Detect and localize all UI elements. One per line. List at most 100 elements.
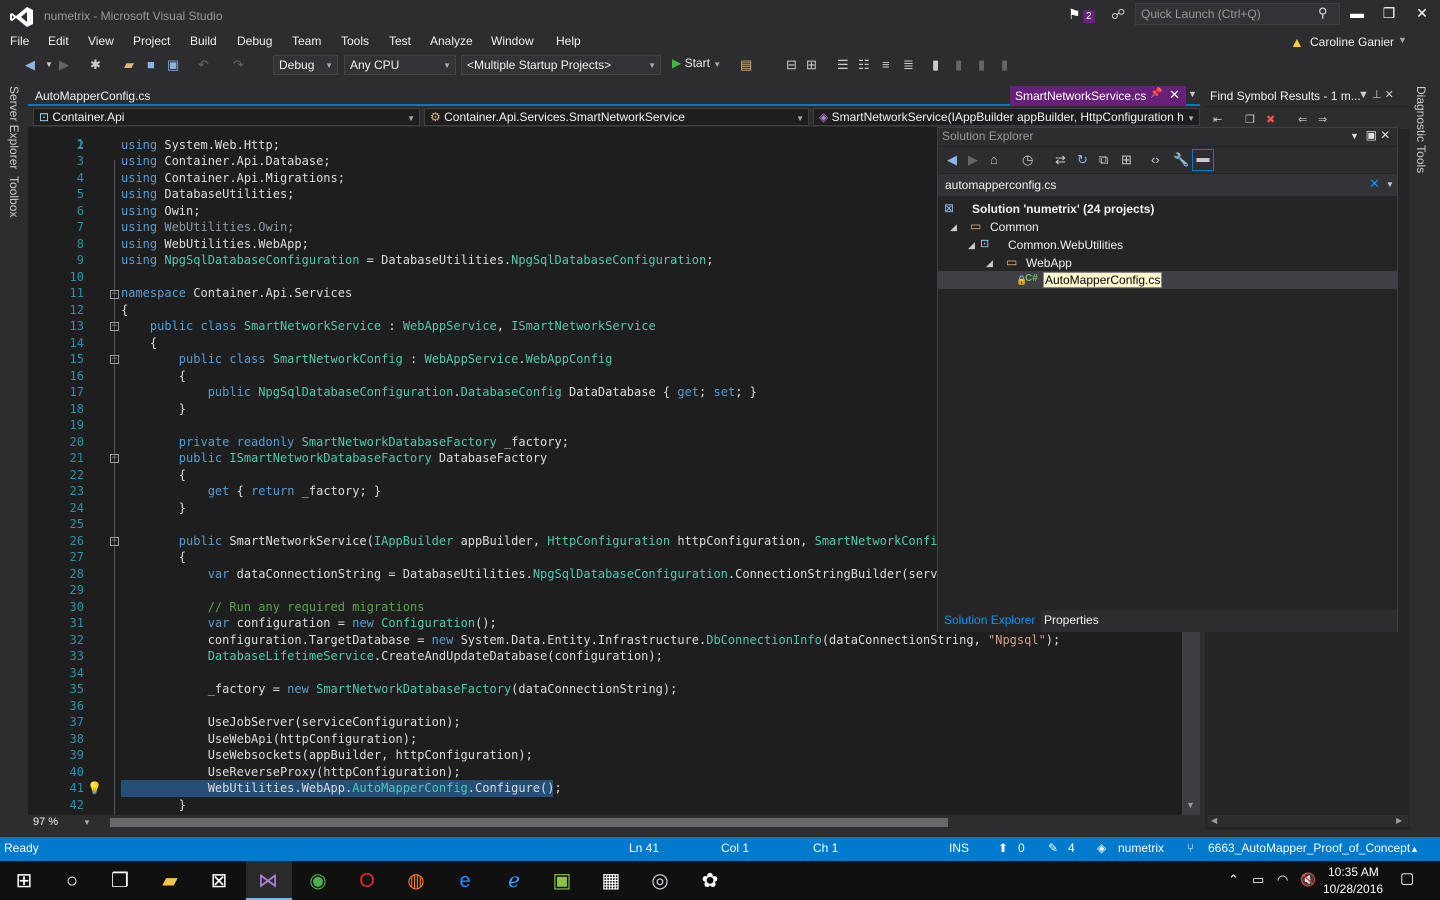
menu-build[interactable]: Build — [190, 34, 217, 48]
back-dropdown-icon[interactable]: ▼ — [45, 56, 53, 74]
tree-project[interactable]: Common.WebUtilities — [1008, 238, 1123, 252]
calculator-icon[interactable]: ▦ — [589, 864, 633, 898]
scroll-right-icon[interactable]: ▶ — [1396, 816, 1402, 825]
notification-flag-icon[interactable]: ⚑ — [1068, 6, 1081, 23]
network-app-icon[interactable]: ◎ — [638, 864, 682, 898]
close-button[interactable]: ✕ — [1412, 5, 1432, 22]
menu-file[interactable]: File — [10, 34, 29, 48]
refresh-icon[interactable]: ↻ — [1077, 152, 1088, 168]
close-tab-icon[interactable]: ✕ — [1169, 87, 1180, 103]
file-explorer-icon[interactable]: ▰ — [148, 864, 192, 898]
sync-icon[interactable]: ⇄ — [1055, 152, 1066, 168]
tree-folder-webapp[interactable]: WebApp — [1026, 256, 1072, 270]
chevron-down-icon[interactable]: ▼ — [1350, 131, 1359, 141]
undo-icon[interactable]: ↶ — [198, 56, 209, 74]
solution-explorer-controls[interactable]: ▼ ▣ ✕ — [1350, 128, 1390, 142]
nav-project-select[interactable]: ⊡ Container.Api ▼ — [33, 108, 420, 126]
outdent-icon[interactable]: ☷ — [858, 56, 870, 74]
tree-selected-row[interactable] — [938, 271, 1397, 289]
volume-muted-icon[interactable]: 🔇 — [1300, 872, 1316, 888]
close-icon[interactable]: ✕ — [1380, 128, 1390, 142]
solution-platform-select[interactable]: Any CPU ▼ — [344, 55, 456, 75]
sourcetree-icon[interactable]: ▣ — [540, 864, 584, 898]
horizontal-scroll-thumb[interactable] — [110, 818, 948, 827]
save-all-icon[interactable]: ▣ — [167, 56, 179, 74]
windows-start-icon[interactable]: ⊞ — [2, 864, 46, 898]
restore-button[interactable]: ❐ — [1379, 5, 1399, 22]
menu-edit[interactable]: Edit — [48, 34, 69, 48]
find-symbol-scrollbar[interactable] — [1208, 815, 1408, 827]
zoom-level[interactable]: 97 % — [33, 816, 58, 828]
fold-toggle[interactable]: − — [110, 290, 119, 299]
tree-folder-common[interactable]: Common — [990, 220, 1039, 234]
properties-wrench-icon[interactable]: 🔧 — [1173, 152, 1189, 168]
fold-toggle[interactable]: − — [110, 454, 119, 463]
clock-date[interactable]: 10/28/2016 — [1323, 882, 1383, 896]
solution-search-input[interactable]: automapperconfig.cs — [945, 178, 1056, 192]
nav-class-select[interactable]: ⚙ Container.Api.Services.SmartNetworkSer… — [424, 108, 809, 126]
visual-studio-taskbar-icon[interactable]: ⋈ — [246, 864, 290, 898]
search-circle-icon[interactable]: ○ — [50, 864, 94, 898]
tray-chevron-up-icon[interactable]: ⌃ — [1228, 872, 1239, 888]
tree-file-automapperconfig[interactable]: AutoMapperConfig.cs — [1043, 272, 1163, 288]
maximize-icon[interactable]: ▣ — [1366, 128, 1377, 142]
pending-changes-icon[interactable]: ◷ — [1022, 152, 1033, 168]
pin-icon[interactable]: 📌 — [1150, 88, 1162, 99]
preview-tab[interactable]: AutoMapperConfig.cs — [35, 89, 150, 103]
server-explorer-tab[interactable]: Server Explorer — [7, 86, 21, 169]
tree-solution[interactable]: Solution 'numetrix' (24 projects) — [972, 202, 1154, 216]
scroll-left-icon[interactable]: ◀ — [1211, 816, 1217, 825]
lightbulb-icon[interactable]: 💡 — [87, 781, 102, 795]
toolbox-tab[interactable]: Toolbox — [7, 176, 21, 217]
open-file-icon[interactable]: ▰ — [124, 56, 134, 74]
tab-list-dropdown-icon[interactable]: ▼ — [1188, 89, 1197, 99]
solution-config-select[interactable]: Debug ▼ — [273, 55, 338, 75]
scroll-down-icon[interactable]: ▼ — [1186, 800, 1195, 810]
minimize-button[interactable]: ▬ — [1347, 5, 1367, 21]
browser-link-icon[interactable]: ▤ — [740, 56, 752, 74]
user-name[interactable]: Caroline Ganier — [1310, 35, 1394, 49]
diagnostic-tools-tab[interactable]: Diagnostic Tools — [1414, 86, 1428, 173]
clock-time[interactable]: 10:35 AM — [1328, 865, 1379, 879]
preview-selected-icon[interactable]: ▬ — [1192, 149, 1214, 171]
redo-icon[interactable]: ↷ — [233, 56, 244, 74]
home-icon[interactable]: ⌂ — [990, 152, 998, 167]
menu-tools[interactable]: Tools — [341, 34, 369, 48]
start-button[interactable]: ▶ Start ▼ — [672, 56, 721, 70]
collapse-all-icon[interactable]: ⧉ — [1099, 152, 1108, 168]
internet-explorer-icon[interactable]: ℯ — [492, 864, 536, 898]
back-icon[interactable]: ◀ — [25, 56, 35, 74]
task-view-icon[interactable]: ❐ — [98, 864, 142, 898]
forward-icon[interactable]: ▶ — [968, 152, 978, 168]
store-icon[interactable]: ⊠ — [197, 864, 241, 898]
menu-test[interactable]: Test — [389, 34, 411, 48]
chevron-down-icon[interactable]: ▼ — [1358, 89, 1369, 101]
action-center-icon[interactable]: ▢ — [1400, 869, 1414, 887]
chevron-down-icon[interactable]: ▼ — [1398, 35, 1407, 45]
quick-launch-input[interactable]: Quick Launch (Ctrl+Q) — [1135, 3, 1340, 25]
search-icon[interactable]: ⚲ — [1318, 5, 1328, 21]
next-bookmark-icon[interactable]: ▮ — [978, 56, 985, 74]
tab-solution-explorer[interactable]: Solution Explorer — [938, 610, 1042, 632]
back-icon[interactable]: ◀ — [947, 152, 957, 168]
status-branch[interactable]: 6663_AutoMapper_Proof_of_Concept — [1208, 841, 1410, 855]
view-code-icon[interactable]: ‹› — [1151, 152, 1160, 167]
arrow-up-icon[interactable]: ⬆ — [998, 841, 1008, 855]
git-branch-icon[interactable]: ⑂ — [1187, 841, 1194, 855]
clear-search-icon[interactable]: ✕ — [1369, 176, 1380, 192]
prev-bookmark-icon[interactable]: ▮ — [955, 56, 962, 74]
git-repo-icon[interactable]: ◈ — [1097, 841, 1106, 855]
comment-icon[interactable]: ≡ — [882, 56, 890, 74]
notification-count-badge[interactable]: 2 — [1083, 10, 1095, 23]
properties-icon[interactable]: ⊞ — [806, 56, 817, 74]
fold-toggle[interactable]: − — [110, 537, 119, 546]
menu-help[interactable]: Help — [556, 34, 581, 48]
show-all-files-icon[interactable]: ⊞ — [1121, 152, 1132, 168]
menu-window[interactable]: Window — [491, 34, 534, 48]
clear-bookmarks-icon[interactable]: ▮ — [1001, 56, 1008, 74]
solution-explorer-icon[interactable]: ⊟ — [786, 56, 797, 74]
edge-icon[interactable]: e — [443, 864, 487, 898]
menu-analyze[interactable]: Analyze — [430, 34, 473, 48]
active-tab-label[interactable]: SmartNetworkService.cs — [1015, 89, 1146, 103]
expand-triangle-icon[interactable]: ◢ — [986, 258, 993, 269]
